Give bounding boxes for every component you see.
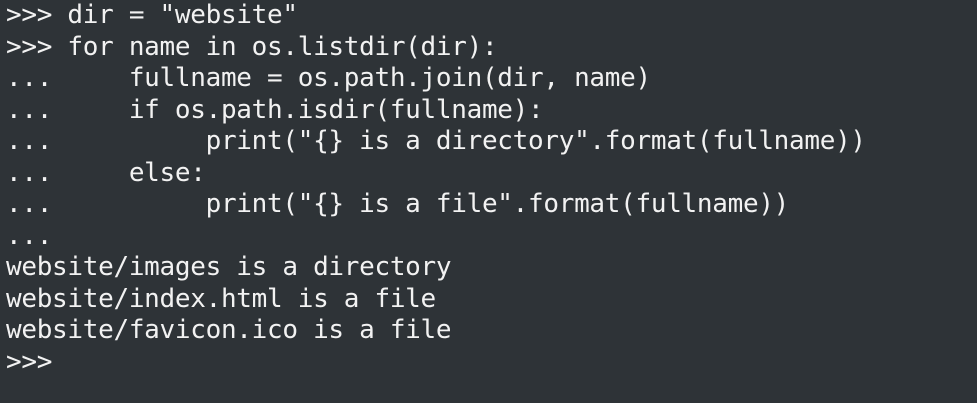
terminal-line: ... print("{} is a directory".format(ful… [6,126,866,156]
terminal-line: ... else: [6,157,206,188]
terminal-output-line: website/favicon.ico is a file [6,315,452,345]
terminal-line: ... fullname = os.path.join(dir, name) [6,63,651,93]
terminal-output-line: website/images is a directory [6,252,452,282]
terminal-line: ... [6,220,53,251]
terminal-window[interactable]: >>> dir = "website" >>> for name in os.l… [0,0,977,403]
terminal-output-line: website/index.html is a file [6,283,436,314]
terminal-line: >>> dir = "website" [6,0,298,30]
terminal-prompt[interactable]: >>> [6,347,977,379]
terminal-line: ... if os.path.isdir(fullname): [6,94,544,125]
terminal-line: ... print("{} is a file".format(fullname… [6,189,790,219]
terminal-line: >>> for name in os.listdir(dir): [6,31,498,62]
